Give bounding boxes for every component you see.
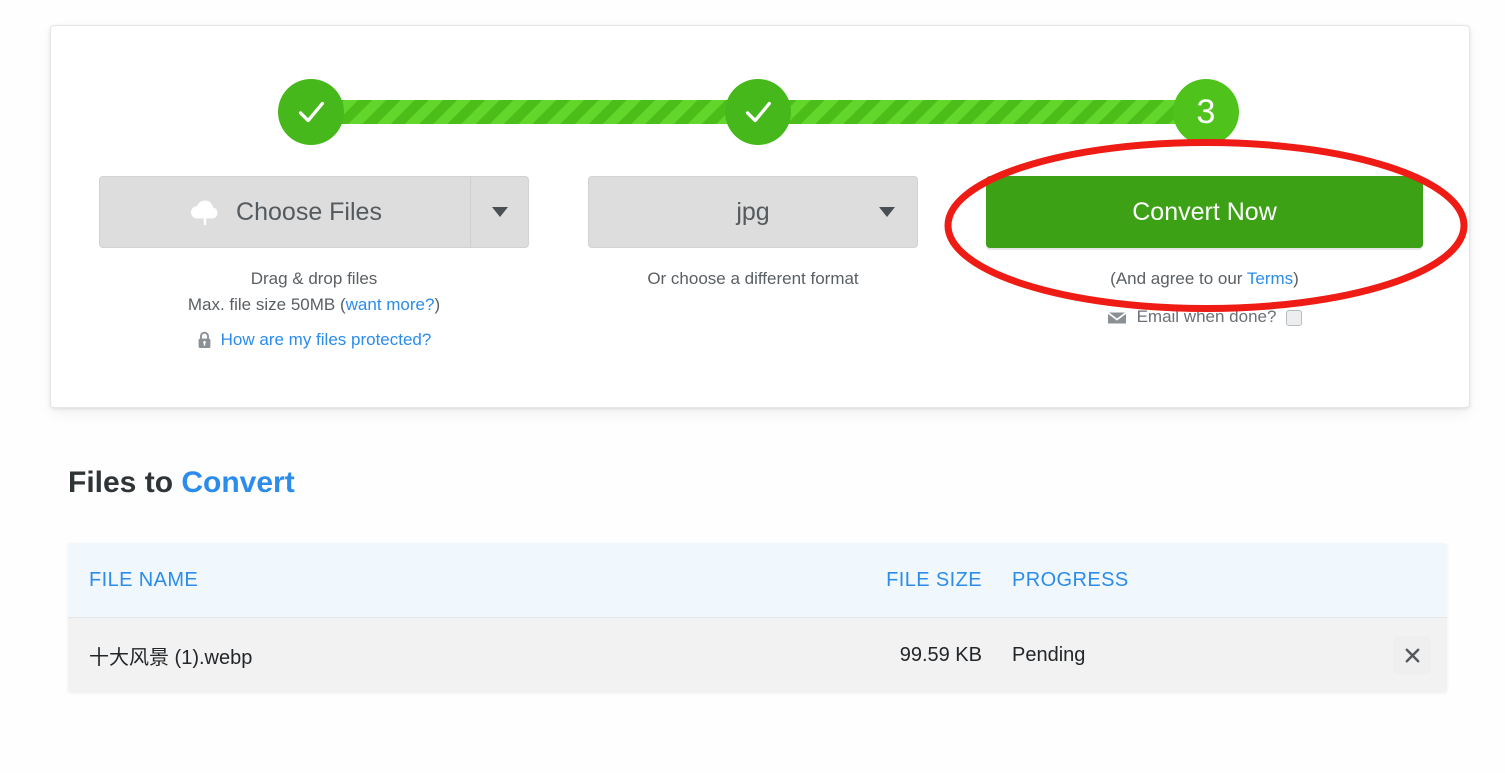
output-format-column: jpg Or choose a different format [588, 176, 918, 292]
chevron-down-icon [491, 207, 508, 217]
convert-caption: (And agree to our Terms) Email when done… [986, 266, 1423, 331]
email-when-done-label: Email when done? [1136, 307, 1277, 327]
files-section-title: Files to Convert [68, 466, 295, 500]
files-title-plain: Files to [68, 466, 182, 499]
output-format-value: jpg [736, 197, 770, 226]
output-format-select[interactable]: jpg [588, 176, 918, 248]
convert-column: Convert Now (And agree to our Terms) Ema… [986, 176, 1423, 331]
terms-link[interactable]: Terms [1247, 269, 1293, 288]
files-protected-link[interactable]: How are my files protected? [221, 327, 432, 353]
format-hint-text: Or choose a different format [647, 269, 859, 288]
column-header-file-size: FILE SIZE [886, 568, 982, 591]
files-table: FILE NAME FILE SIZE PROGRESS 十大风景 (1).we… [68, 543, 1447, 692]
cloud-upload-icon [191, 200, 218, 225]
chevron-down-icon [879, 207, 895, 217]
step-2-indicator [725, 79, 791, 145]
files-table-header: FILE NAME FILE SIZE PROGRESS [68, 543, 1447, 617]
lock-icon [198, 331, 211, 348]
agree-terms-text: (And agree to our Terms) [986, 266, 1423, 292]
output-format-caption: Or choose a different format [588, 266, 918, 292]
converter-card: 3 Choose Files Drag & drop files Max. fi… [50, 25, 1470, 408]
choose-files-split-button[interactable]: Choose Files [99, 176, 529, 248]
choose-files-caption: Drag & drop files Max. file size 50MB (w… [99, 266, 529, 353]
max-size-text: Max. file size 50MB (want more?) [187, 295, 441, 315]
agree-prefix: (And agree to our [1110, 269, 1247, 288]
email-when-done-row: Email when done? [986, 304, 1423, 330]
column-header-file-name: FILE NAME [89, 568, 199, 591]
envelope-icon [1107, 311, 1127, 324]
check-icon [745, 101, 772, 123]
file-progress-cell: Pending [1012, 643, 1086, 666]
choose-files-dropdown-toggle[interactable] [470, 177, 528, 247]
file-actions-cell [1282, 636, 1447, 674]
want-more-link[interactable]: want more? [346, 295, 435, 314]
files-title-accent: Convert [181, 466, 295, 499]
file-name-cell: 十大风景 (1).webp [89, 646, 253, 669]
convert-now-button[interactable]: Convert Now [986, 176, 1423, 248]
close-icon [1405, 648, 1419, 662]
table-row: 十大风景 (1).webp 99.59 KB Pending [68, 617, 1447, 692]
choose-files-button[interactable]: Choose Files [100, 177, 470, 247]
column-header-progress: PROGRESS [1012, 568, 1129, 591]
check-icon [298, 101, 325, 123]
email-when-done-checkbox[interactable] [1286, 309, 1303, 326]
page-root: 3 Choose Files Drag & drop files Max. fi… [0, 0, 1505, 773]
files-protected-row: How are my files protected? [99, 327, 529, 353]
choose-files-label: Choose Files [236, 197, 382, 226]
drag-drop-text: Drag & drop files [250, 269, 378, 288]
max-size-label: Max. file size 50MB [187, 295, 336, 315]
step-progress-indicator: 3 [51, 26, 1471, 156]
step-3-number: 3 [1196, 93, 1216, 131]
step-3-indicator: 3 [1173, 79, 1239, 145]
remove-file-button[interactable] [1393, 636, 1431, 674]
agree-suffix: ) [1293, 269, 1299, 288]
file-size-cell: 99.59 KB [899, 643, 982, 666]
step-1-indicator [278, 79, 344, 145]
choose-files-column: Choose Files Drag & drop files Max. file… [99, 176, 529, 353]
